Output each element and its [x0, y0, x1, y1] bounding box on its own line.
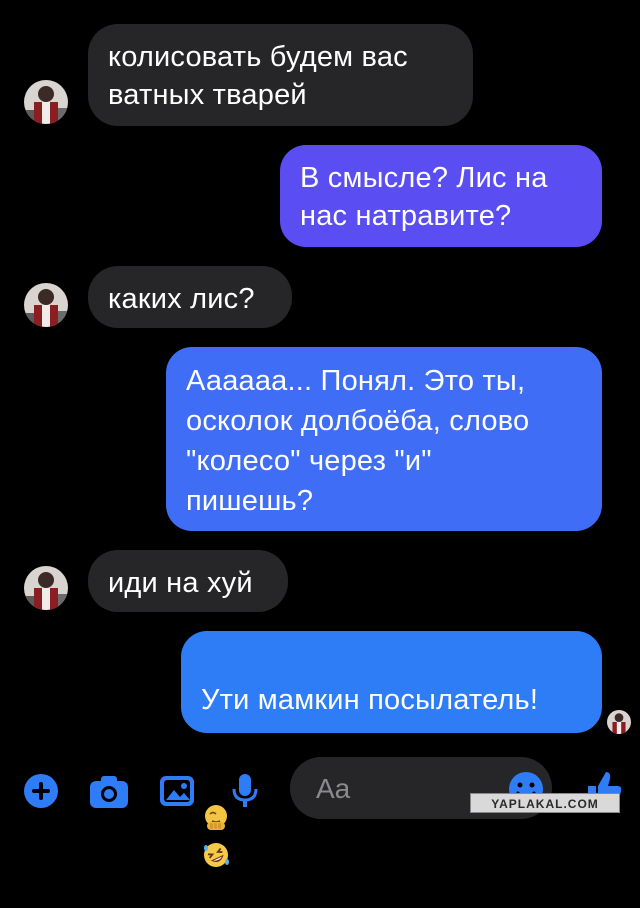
- emoji-row: [201, 721, 582, 868]
- microphone-icon[interactable]: [226, 772, 264, 810]
- contact-avatar[interactable]: [24, 283, 68, 327]
- contact-avatar[interactable]: [24, 80, 68, 124]
- image-icon[interactable]: [158, 772, 196, 810]
- read-receipt-avatar: [607, 710, 631, 734]
- plus-icon[interactable]: [22, 772, 60, 810]
- contact-avatar[interactable]: [24, 566, 68, 610]
- incoming-message[interactable]: каких лис?: [88, 266, 292, 328]
- outgoing-message[interactable]: Аааааа... Понял. Это ты, осколок долбоёб…: [166, 347, 602, 531]
- outgoing-message[interactable]: В смысле? Лис на нас натравите?: [280, 145, 602, 247]
- camera-icon[interactable]: [88, 772, 130, 810]
- watermark: YAPLAKAL.COM: [470, 793, 620, 813]
- outgoing-message[interactable]: Ути мамкин посылатель!: [181, 631, 602, 868]
- outgoing-message-text: Ути мамкин посылатель!: [201, 684, 539, 716]
- incoming-message[interactable]: иди на хуй: [88, 550, 288, 612]
- incoming-message[interactable]: колисовать будем вас ватных тварей: [88, 24, 473, 126]
